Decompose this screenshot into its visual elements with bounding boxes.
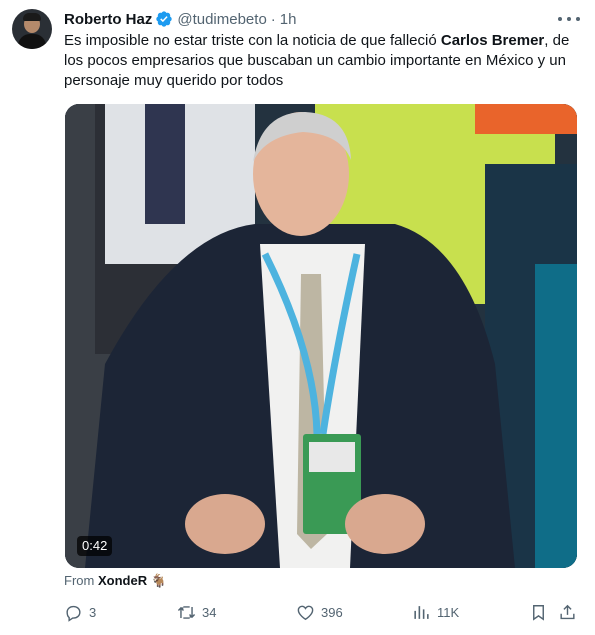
views-icon bbox=[414, 605, 429, 619]
attribution-emoji: 🐐 bbox=[150, 573, 167, 588]
views-count: 11K bbox=[437, 604, 460, 620]
retweet-icon bbox=[177, 605, 196, 619]
bookmark-icon bbox=[533, 604, 544, 621]
views-button[interactable]: 11K bbox=[412, 598, 459, 626]
avatar-hair bbox=[23, 13, 41, 21]
avatar-shirt bbox=[18, 34, 46, 49]
avatar[interactable] bbox=[12, 9, 52, 49]
tweet-header: Roberto Haz @tudimebeto · 1h bbox=[64, 9, 296, 29]
heart-icon bbox=[297, 605, 314, 620]
reply-button[interactable]: 3 bbox=[64, 598, 96, 626]
retweet-button[interactable]: 34 bbox=[177, 598, 216, 626]
tweet-text: Es imposible no estar triste con la noti… bbox=[64, 31, 584, 91]
more-icon[interactable] bbox=[558, 10, 580, 28]
tweet[interactable]: Roberto Haz @tudimebeto · 1h Es imposibl… bbox=[0, 0, 595, 635]
tweet-timestamp[interactable]: 1h bbox=[280, 11, 297, 28]
share-icon bbox=[560, 604, 575, 619]
like-count: 396 bbox=[321, 604, 343, 620]
reply-icon bbox=[66, 605, 81, 622]
tweet-text-part1: Es imposible no estar triste con la noti… bbox=[64, 32, 441, 49]
attribution-name[interactable]: XondeR bbox=[98, 573, 147, 588]
share-button[interactable] bbox=[558, 598, 583, 626]
video-duration: 0:42 bbox=[77, 536, 113, 556]
bookmark-button[interactable] bbox=[529, 598, 554, 626]
attribution-label: From bbox=[64, 573, 95, 588]
separator-dot: · bbox=[270, 10, 276, 28]
tweet-text-bold: Carlos Bremer bbox=[440, 32, 545, 49]
video-frame bbox=[65, 104, 577, 568]
video-player[interactable] bbox=[65, 104, 577, 568]
author-name[interactable]: Roberto Haz bbox=[64, 11, 152, 28]
retweet-count: 34 bbox=[202, 604, 217, 620]
reply-count: 3 bbox=[89, 604, 97, 620]
action-bar: 3 34 396 11K bbox=[64, 598, 584, 626]
author-handle[interactable]: @tudimebeto bbox=[177, 11, 266, 28]
verified-badge-icon[interactable] bbox=[155, 10, 173, 28]
like-button[interactable]: 396 bbox=[296, 598, 343, 626]
attribution: From XondeR 🐐 bbox=[64, 573, 167, 589]
